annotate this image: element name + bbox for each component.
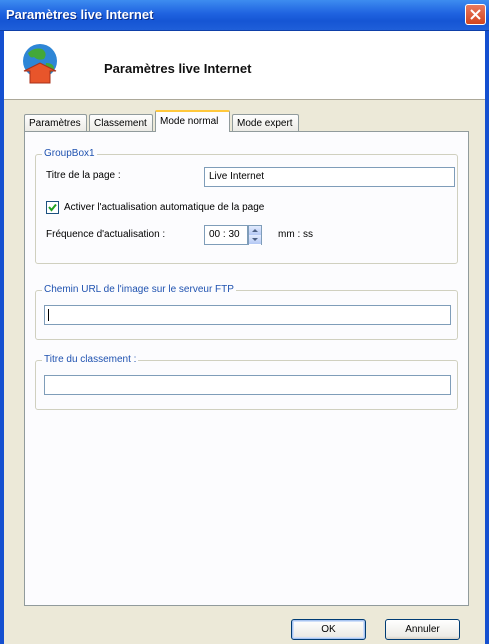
groupbox-1: GroupBox1 Titre de la page : Live Intern… (35, 148, 458, 264)
refresh-unit-label: mm : ss (278, 229, 313, 240)
groupbox-ftp-url: Chemin URL de l'image sur le serveur FTP (35, 284, 458, 340)
auto-refresh-checkbox[interactable] (46, 201, 59, 214)
cancel-button[interactable]: Annuler (385, 619, 460, 640)
page-title-input[interactable]: Live Internet (204, 167, 455, 187)
ftp-url-legend: Chemin URL de l'image sur le serveur FTP (42, 284, 236, 295)
ftp-url-input[interactable] (44, 305, 451, 325)
globe-arrow-icon (23, 44, 57, 84)
spin-down-icon[interactable] (249, 235, 261, 245)
close-button[interactable] (465, 4, 486, 25)
refresh-frequency-label: Fréquence d'actualisation : (46, 229, 166, 240)
ok-button[interactable]: OK (291, 619, 366, 640)
refresh-frequency-input[interactable]: 00 : 30 (204, 225, 248, 245)
tab-classement[interactable]: Classement (89, 114, 153, 131)
tab-panel-mode-normal: GroupBox1 Titre de la page : Live Intern… (24, 131, 469, 606)
close-icon (470, 9, 481, 20)
refresh-frequency-spinner[interactable] (248, 225, 262, 245)
window-frame-right (485, 31, 489, 644)
tab-mode-expert[interactable]: Mode expert (232, 114, 299, 131)
header-title: Paramètres live Internet (104, 61, 252, 76)
tab-mode-normal[interactable]: Mode normal (155, 110, 230, 132)
dialog-header: Paramètres live Internet (4, 31, 485, 100)
tab-parametres[interactable]: Paramètres (24, 114, 87, 131)
text-caret (48, 309, 49, 321)
page-title-label: Titre de la page : (46, 170, 121, 181)
groupbox-ranking-title: Titre du classement : (35, 354, 458, 410)
window-title: Paramètres live Internet (6, 7, 154, 22)
title-bar[interactable]: Paramètres live Internet (0, 0, 489, 31)
groupbox-1-legend: GroupBox1 (42, 148, 97, 159)
ranking-title-legend: Titre du classement : (42, 354, 139, 365)
ranking-title-input[interactable] (44, 375, 451, 395)
dialog-window: Paramètres live Internet Paramètres live… (0, 0, 489, 644)
checkmark-icon (48, 203, 57, 212)
auto-refresh-label: Activer l'actualisation automatique de l… (64, 202, 265, 213)
window-frame-left (0, 31, 4, 644)
